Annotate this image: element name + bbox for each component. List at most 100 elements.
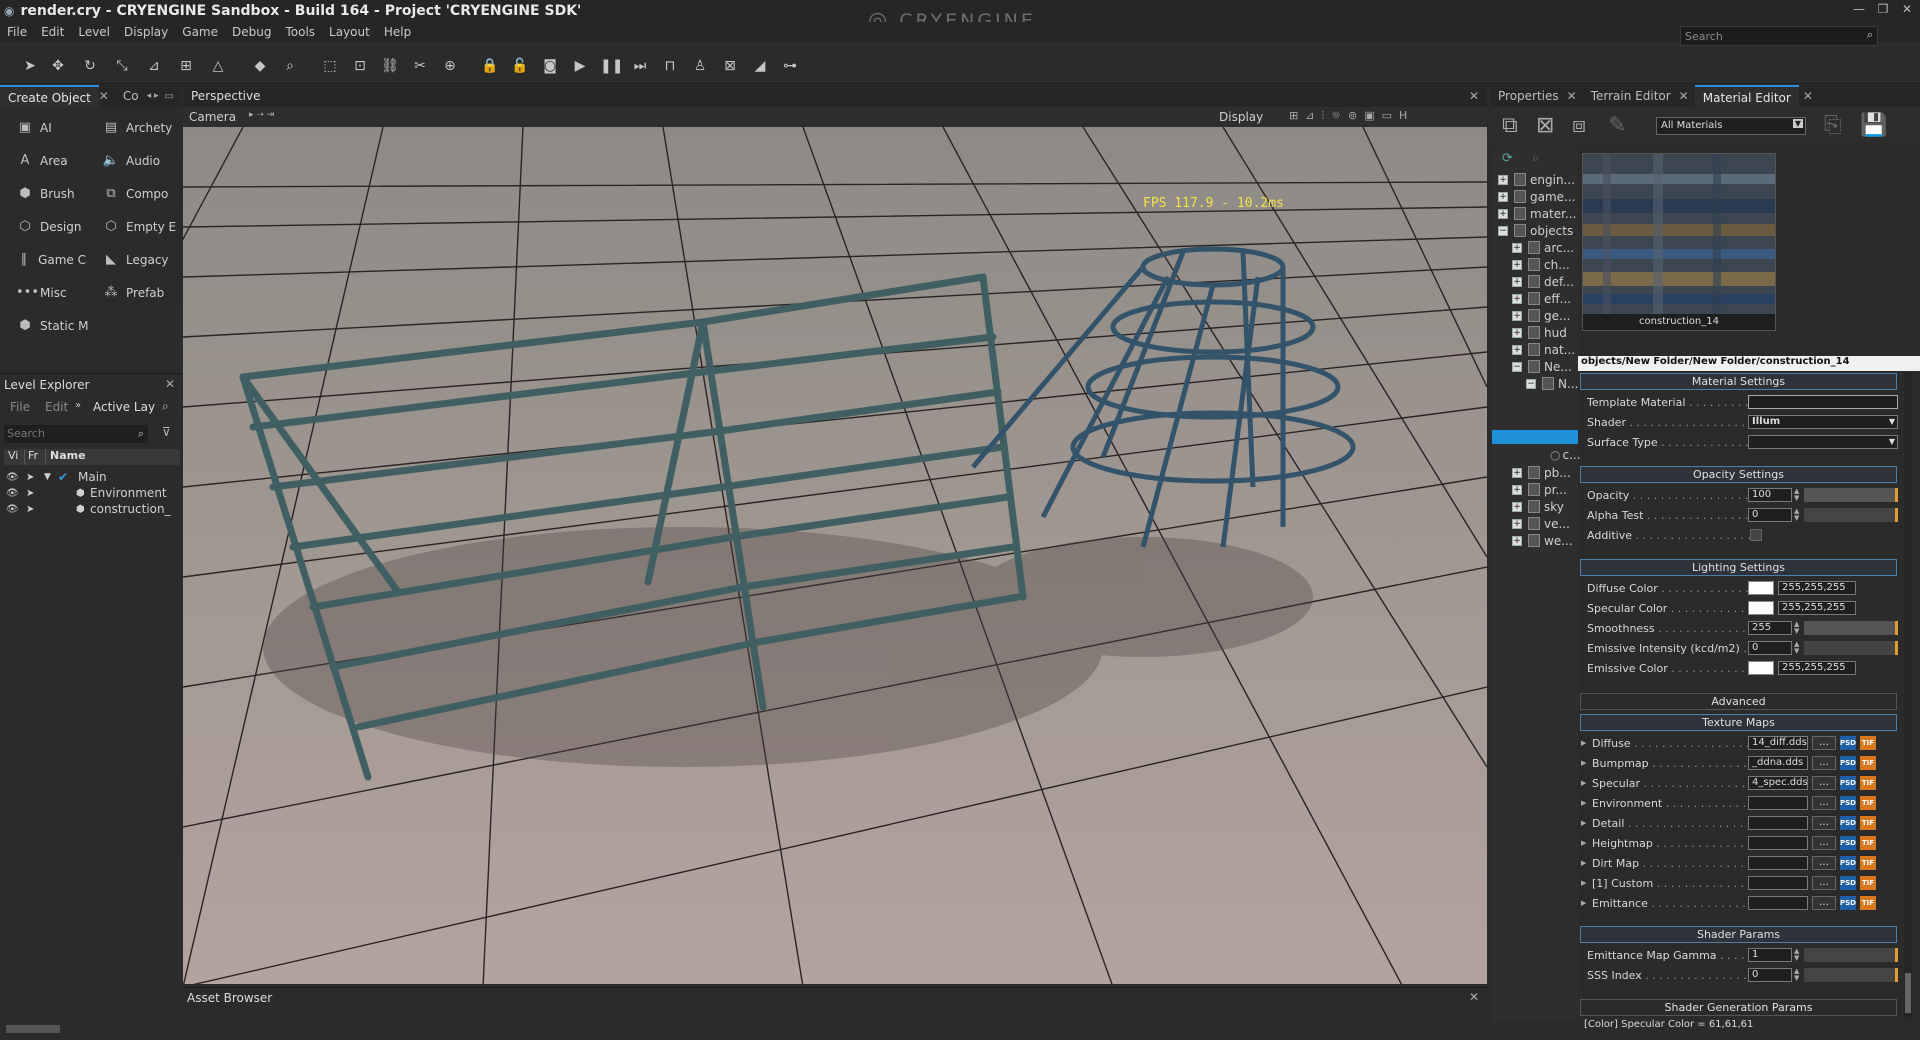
browse-button[interactable]: ... xyxy=(1812,836,1836,850)
opacity-slider[interactable] xyxy=(1804,488,1898,502)
tab-properties[interactable]: Properties xyxy=(1490,85,1567,107)
alpha-test-field[interactable]: 0 xyxy=(1748,508,1792,522)
texture-path-field[interactable] xyxy=(1748,816,1808,830)
texture-path-field[interactable] xyxy=(1748,796,1808,810)
tif-icon[interactable]: TIF xyxy=(1860,756,1876,770)
emissive-intensity-field[interactable]: 0 xyxy=(1748,641,1792,655)
lock-icon[interactable]: 🔒 xyxy=(480,56,500,76)
create-area[interactable]: A Area xyxy=(16,150,86,172)
browse-button[interactable]: ... xyxy=(1812,816,1836,830)
template-material-field[interactable] xyxy=(1748,395,1898,409)
pause-icon[interactable]: ❚❚ xyxy=(600,56,623,76)
le-search-input[interactable]: Search ⌕ xyxy=(4,425,148,443)
texture-path-field[interactable]: 4_spec.dds xyxy=(1748,776,1808,790)
material-from-object-icon[interactable]: ⧈ xyxy=(1572,113,1586,138)
link-icon[interactable]: ⛓ xyxy=(380,56,400,76)
smoothness-slider[interactable] xyxy=(1804,621,1898,635)
photoshop-icon[interactable]: PSD xyxy=(1840,796,1856,810)
asset-browser-title[interactable]: Asset Browser xyxy=(187,991,272,1005)
diffuse-color-field[interactable]: 255,255,255 xyxy=(1778,581,1856,595)
tab-scroll-icon[interactable]: ◂ ▸ xyxy=(147,91,159,101)
scene-view[interactable] xyxy=(183,127,1487,984)
tif-icon[interactable]: TIF xyxy=(1860,896,1876,910)
tree-item[interactable]: + ge... xyxy=(1512,307,1570,324)
tree-item[interactable]: ○ c... xyxy=(1550,446,1581,463)
menu-display[interactable]: Display xyxy=(117,25,175,39)
tif-icon[interactable]: TIF xyxy=(1860,736,1876,750)
pick-material-icon[interactable]: ✎ xyxy=(1608,113,1626,138)
tree-item[interactable]: + game... xyxy=(1498,188,1576,205)
tab-create-object[interactable]: Create Object xyxy=(0,85,99,107)
tree-item[interactable]: + pr... xyxy=(1512,481,1567,498)
tree-item[interactable]: + eff... xyxy=(1512,290,1571,307)
move-icon[interactable]: ✥ xyxy=(48,56,68,76)
tree-item[interactable]: − N... xyxy=(1526,375,1578,392)
tif-icon[interactable]: TIF xyxy=(1860,816,1876,830)
material-preview[interactable]: construction_14 xyxy=(1582,153,1776,331)
tif-icon[interactable]: TIF xyxy=(1860,776,1876,790)
browse-button[interactable]: ... xyxy=(1812,876,1836,890)
close-tab-icon[interactable]: ✕ xyxy=(99,89,109,103)
select-region-icon[interactable]: ⬚ xyxy=(320,56,340,76)
browse-button[interactable]: ... xyxy=(1812,896,1836,910)
eye-icon[interactable]: 👁 xyxy=(6,488,26,499)
le-menu-edit[interactable]: Edit xyxy=(45,400,68,414)
smoothness-spinner-icon[interactable]: ▲ ▼ xyxy=(1794,621,1802,635)
create-designer[interactable]: ⬡ Design xyxy=(16,216,86,238)
expand-arrow-icon[interactable]: ▶ xyxy=(1581,879,1586,887)
le-search-icon[interactable]: ⌕ xyxy=(162,399,169,414)
texture-path-field[interactable]: _ddna.dds xyxy=(1748,756,1808,770)
surface-type-select[interactable]: ▼ xyxy=(1748,435,1898,449)
emissive-color-field[interactable]: 255,255,255 xyxy=(1778,661,1856,675)
smoothness-field[interactable]: 255 xyxy=(1748,621,1792,635)
section-shader-generation[interactable]: Shader Generation Params xyxy=(1580,999,1897,1016)
tif-icon[interactable]: TIF xyxy=(1860,836,1876,850)
section-lighting-settings[interactable]: Lighting Settings xyxy=(1580,559,1897,576)
select-object-icon[interactable]: ⊡ xyxy=(350,56,370,76)
browse-button[interactable]: ... xyxy=(1812,856,1836,870)
layer-row-main[interactable]: 👁 ➤ ▼ ✔ Main xyxy=(6,469,107,485)
photoshop-icon[interactable]: PSD xyxy=(1840,876,1856,890)
tree-item[interactable]: + pb... xyxy=(1512,464,1571,481)
layer-row-environment[interactable]: 👁 ➤ ⬢ Environment xyxy=(6,485,167,501)
close-terrain-icon[interactable]: ✕ xyxy=(1679,89,1689,103)
photoshop-icon[interactable]: PSD xyxy=(1840,756,1856,770)
create-brush[interactable]: ⬢ Brush xyxy=(16,183,86,205)
tab-terrain-editor[interactable]: Terrain Editor xyxy=(1583,85,1679,107)
create-static-mesh[interactable]: ⬢ Static M xyxy=(16,315,96,337)
eye-icon[interactable]: 👁 xyxy=(6,504,26,515)
float-panel-icon[interactable]: ▭ xyxy=(164,91,173,102)
close-asset-browser-icon[interactable]: ✕ xyxy=(1469,990,1479,1004)
minimize-button[interactable]: — xyxy=(1850,2,1868,18)
photoshop-icon[interactable]: PSD xyxy=(1840,776,1856,790)
emissive-spinner-icon[interactable]: ▲ ▼ xyxy=(1794,641,1802,655)
expand-arrow-icon[interactable]: ▶ xyxy=(1581,799,1586,807)
expand-arrow-icon[interactable]: ▶ xyxy=(1581,819,1586,827)
display-menu[interactable]: Display xyxy=(1219,110,1263,124)
refresh-icon[interactable]: ⟳ xyxy=(1502,151,1513,166)
browse-button[interactable]: ... xyxy=(1812,796,1836,810)
tree-item[interactable]: + engin... xyxy=(1498,171,1575,188)
shader-select[interactable]: Illum ▼ xyxy=(1748,415,1898,429)
scale-icon[interactable]: ⤡ xyxy=(112,56,132,76)
step-icon[interactable]: ⏭ xyxy=(630,56,650,76)
unlink-icon[interactable]: ✂ xyxy=(410,56,430,76)
opacity-field[interactable]: 100 xyxy=(1748,488,1792,502)
create-legacy[interactable]: ◣ Legacy xyxy=(102,249,180,271)
goto-icon[interactable]: ⊓ xyxy=(660,56,680,76)
menu-game[interactable]: Game xyxy=(175,25,225,39)
texture-path-field[interactable] xyxy=(1748,896,1808,910)
tab-co[interactable]: Co xyxy=(115,85,147,107)
global-search-input[interactable]: Search ⌕ xyxy=(1680,26,1878,46)
add-material-icon[interactable]: ⧉ xyxy=(1502,113,1518,138)
tree-item[interactable]: + ch... xyxy=(1512,256,1570,273)
menu-edit[interactable]: Edit xyxy=(34,25,71,39)
close-viewport-icon[interactable]: ✕ xyxy=(1469,89,1479,103)
section-advanced[interactable]: Advanced xyxy=(1580,693,1897,710)
pointer-icon[interactable]: ➤ xyxy=(26,472,44,483)
col-visible[interactable]: Vi xyxy=(4,449,25,465)
menu-file[interactable]: File xyxy=(0,25,34,39)
emittance-gamma-field[interactable]: 1 xyxy=(1748,948,1792,962)
tree-item[interactable]: + ve... xyxy=(1512,515,1570,532)
browse-button[interactable]: ... xyxy=(1812,776,1836,790)
